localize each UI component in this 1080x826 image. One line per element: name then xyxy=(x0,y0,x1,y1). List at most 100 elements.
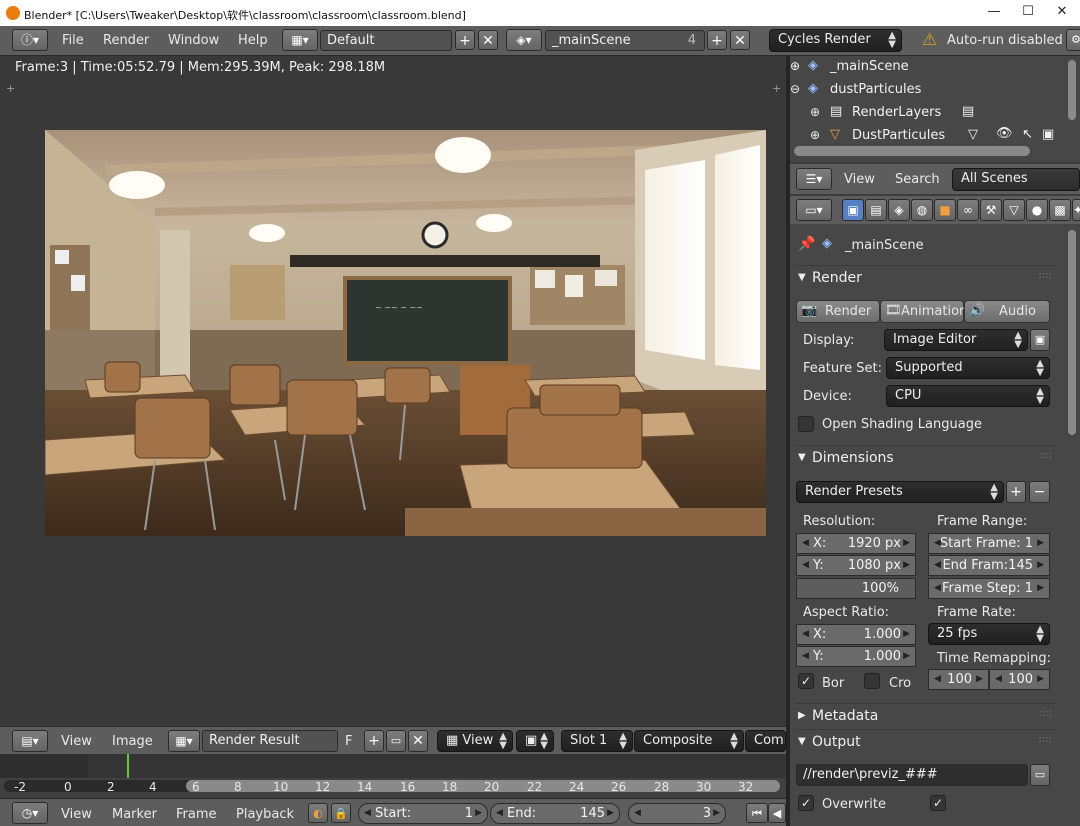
resolution-x-field[interactable]: ◀ X: 1920 px ▶ xyxy=(796,533,916,554)
world-tab-icon[interactable]: ◍ xyxy=(911,199,933,221)
pin-icon[interactable]: 📌 xyxy=(798,236,815,252)
decrement-icon[interactable]: ◀ xyxy=(934,556,941,575)
current-frame-field[interactable]: ◀ 3 ▶ xyxy=(628,803,726,824)
folder-icon[interactable]: ▭ xyxy=(1030,764,1050,786)
object-tab-icon[interactable]: ■ xyxy=(934,199,956,221)
time-remap-old-field[interactable]: ◀ 100 ▶ xyxy=(928,669,989,690)
decrement-icon[interactable]: ◀ xyxy=(802,534,809,553)
playback-menu[interactable]: Playback xyxy=(236,807,294,822)
increment-icon[interactable]: ▶ xyxy=(903,647,910,666)
decrement-icon[interactable]: ◀ xyxy=(802,647,809,666)
add-scene-icon[interactable]: + xyxy=(707,30,727,50)
increment-icon[interactable]: ▶ xyxy=(1037,534,1044,553)
autorun-status[interactable]: Auto-run disabled xyxy=(947,33,1063,48)
scene-icon[interactable]: ◈▾ xyxy=(506,29,542,51)
lock-icon[interactable]: 🔒 xyxy=(331,803,351,823)
expand-icon[interactable]: ⊕ xyxy=(810,105,820,119)
render-button[interactable]: 📷 Render xyxy=(796,300,880,323)
border-checkbox[interactable]: ✓ xyxy=(798,673,814,689)
collapse-icon[interactable]: ⊖ xyxy=(790,82,800,96)
animation-button[interactable]: 🎞 Animation xyxy=(880,300,967,323)
jump-keyframe-icon[interactable]: ◀ xyxy=(768,803,786,823)
render-engine-dropdown[interactable]: Cycles Render ▲ ▼ xyxy=(769,29,902,52)
increment-icon[interactable]: ▶ xyxy=(713,804,720,823)
resolution-y-field[interactable]: ◀ Y: 1080 px ▶ xyxy=(796,555,916,576)
data-tab-icon[interactable]: ▽ xyxy=(1003,199,1025,221)
texture-tab-icon[interactable]: ▩ xyxy=(1049,199,1071,221)
drag-handle-icon[interactable]: :::: xyxy=(1039,450,1052,461)
osl-checkbox[interactable] xyxy=(798,416,814,432)
cursor-icon[interactable]: ↖ xyxy=(1022,127,1033,142)
aspect-y-field[interactable]: ◀ Y: 1.000 ▶ xyxy=(796,646,916,667)
increment-icon[interactable]: ▶ xyxy=(976,670,983,689)
image-browse-icon[interactable]: ▦▾ xyxy=(168,730,200,752)
start-frame-timeline-field[interactable]: ◀ Start: 1 ▶ xyxy=(358,803,488,824)
view-mode-dropdown[interactable]: ▦ View ▲ ▼ xyxy=(437,730,513,752)
camera-icon[interactable]: ▣ xyxy=(1042,127,1054,142)
new-image-icon[interactable]: + xyxy=(364,730,384,752)
editor-type-timeline-icon[interactable]: ◷▾ xyxy=(12,802,48,824)
menu-render[interactable]: Render xyxy=(103,33,149,48)
constraints-tab-icon[interactable]: ∞ xyxy=(957,199,979,221)
decrement-icon[interactable]: ◀ xyxy=(634,804,641,823)
crop-checkbox[interactable] xyxy=(864,673,880,689)
overwrite-checkbox[interactable]: ✓ xyxy=(798,795,814,811)
expand-icon[interactable]: ⊕ xyxy=(790,59,800,73)
frame-step-field[interactable]: ◀ Frame Step: 1 ▶ xyxy=(928,578,1050,599)
remove-scene-icon[interactable]: ✕ xyxy=(730,30,750,50)
render-tab-camera-icon[interactable]: ▣ xyxy=(842,199,864,221)
editor-type-outliner-icon[interactable]: ☰▾ xyxy=(796,168,832,190)
decrement-icon[interactable]: ◀ xyxy=(802,556,809,575)
increment-icon[interactable]: ▶ xyxy=(1037,579,1044,598)
timeline-track[interactable] xyxy=(0,754,786,778)
decrement-icon[interactable]: ◀ xyxy=(802,625,809,644)
editor-type-properties-icon[interactable]: ▭▾ xyxy=(796,199,832,221)
outliner-hscroll[interactable] xyxy=(794,146,1030,156)
outliner-row-renderlayers[interactable]: ⊕ ▤ RenderLayers ▤ xyxy=(790,102,1080,124)
add-preset-icon[interactable]: + xyxy=(1006,481,1026,503)
outliner-row-dustparticules[interactable]: ⊖ ◈ dustParticules xyxy=(790,79,1080,101)
menu-file[interactable]: File xyxy=(62,33,84,48)
increment-icon[interactable]: ▶ xyxy=(903,534,910,553)
increment-icon[interactable]: ▶ xyxy=(607,804,614,823)
preview-range-icon[interactable]: ◐ xyxy=(308,803,328,823)
outliner-search-menu[interactable]: Search xyxy=(895,172,940,187)
maximize-button[interactable]: ☐ xyxy=(1018,4,1038,22)
properties-vscroll[interactable] xyxy=(1068,230,1076,435)
display-dropdown[interactable]: Image Editor ▲ ▼ xyxy=(884,329,1028,351)
render-layer-dropdown[interactable]: Comb xyxy=(745,730,786,752)
open-image-icon[interactable]: ▭ xyxy=(386,730,406,752)
marker-menu[interactable]: Marker xyxy=(112,807,157,822)
fake-user-button[interactable]: F xyxy=(345,734,352,749)
increment-icon[interactable]: ▶ xyxy=(1037,670,1044,689)
editor-type-image-icon[interactable]: ▤▾ xyxy=(12,730,48,752)
increment-icon[interactable]: ▶ xyxy=(1037,556,1044,575)
placeholders-checkbox[interactable]: ✓ xyxy=(930,795,946,811)
image-name-field[interactable]: Render Result xyxy=(202,730,338,752)
display-channels-dropdown[interactable]: ▣ ▲ ▼ xyxy=(516,730,554,752)
jump-start-icon[interactable]: ⏮ xyxy=(746,803,768,823)
modifiers-tab-wrench-icon[interactable]: ⚒ xyxy=(980,199,1002,221)
editor-type-info-icon[interactable]: ⓘ▾ xyxy=(12,29,48,51)
render-presets-dropdown[interactable]: Render Presets ▲ ▼ xyxy=(796,481,1004,503)
outliner-filter-dropdown[interactable]: All Scenes xyxy=(952,168,1080,191)
output-path-field[interactable]: //render\previz_### xyxy=(796,764,1028,786)
decrement-icon[interactable]: ◀ xyxy=(364,804,371,823)
end-frame-field[interactable]: ◀ End Fram:145 ▶ xyxy=(928,555,1050,576)
decrement-icon[interactable]: ◀ xyxy=(995,670,1002,689)
image-menu[interactable]: Image xyxy=(112,734,153,749)
start-frame-field[interactable]: ◀ Start Frame: 1 ▶ xyxy=(928,533,1050,554)
metadata-panel-header[interactable]: ▶ Metadata :::: xyxy=(796,703,1056,729)
outliner-view-menu[interactable]: View xyxy=(844,172,875,187)
expand-icon[interactable]: ⊕ xyxy=(810,128,820,142)
dimensions-panel-header[interactable]: ▼ Dimensions :::: xyxy=(796,445,1056,471)
aspect-x-field[interactable]: ◀ X: 1.000 ▶ xyxy=(796,624,916,645)
output-panel-header[interactable]: ▼ Output :::: xyxy=(796,729,1056,755)
eye-icon[interactable]: 👁 xyxy=(996,126,1013,141)
screen-layout-icon[interactable]: ▦▾ xyxy=(282,29,318,51)
restrict-icon[interactable]: ▣ xyxy=(1030,329,1050,351)
timeline-view-menu[interactable]: View xyxy=(61,807,92,822)
menu-window[interactable]: Window xyxy=(168,33,219,48)
increment-icon[interactable]: ▶ xyxy=(903,556,910,575)
image-view-menu[interactable]: View xyxy=(61,734,92,749)
